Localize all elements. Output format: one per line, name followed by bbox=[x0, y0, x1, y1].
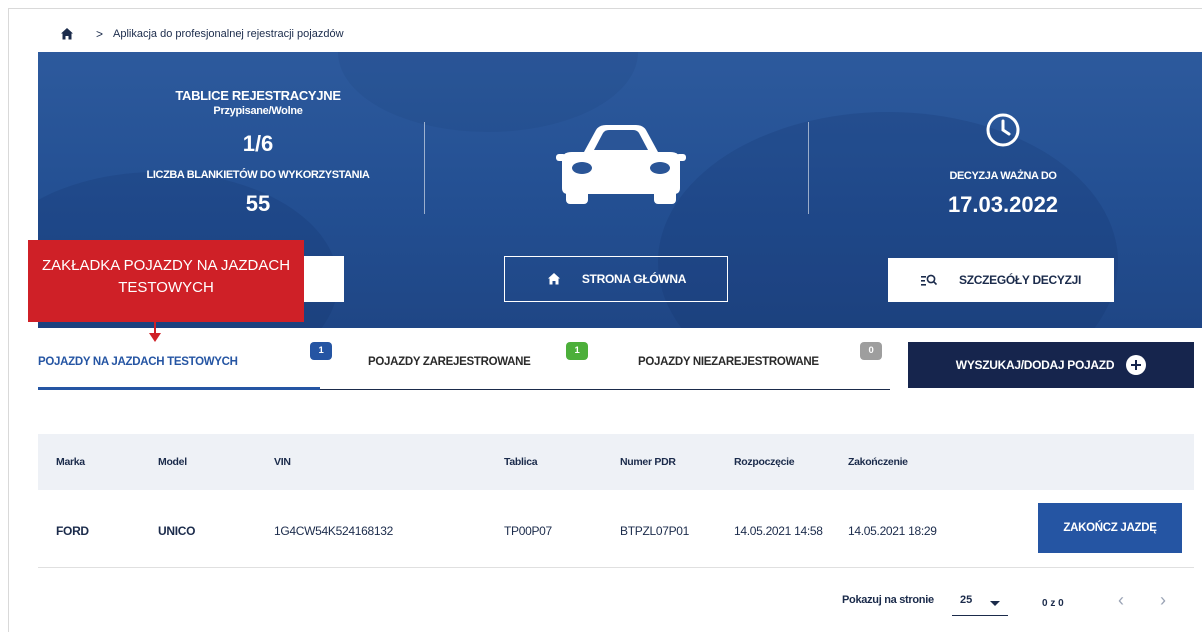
per-page-value: 25 bbox=[960, 594, 973, 606]
chevron-right-icon[interactable]: › bbox=[1160, 590, 1166, 611]
tab-count-badge: 0 bbox=[860, 342, 882, 360]
tab-unregistered[interactable]: POJAZDY NIEZAREJESTROWANE 0 bbox=[638, 342, 882, 368]
hero-divider bbox=[808, 122, 809, 214]
chevron-down-icon bbox=[990, 601, 1000, 606]
cell-vin: 1G4CW54K524168132 bbox=[274, 524, 393, 538]
vehicle-tabs: POJAZDY NA JAZDACH TESTOWYCH 1 POJAZDY Z… bbox=[38, 340, 890, 390]
column-header: Rozpoczęcie bbox=[734, 456, 795, 468]
active-tab-indicator bbox=[38, 387, 320, 390]
per-page-label: Pokazuj na stronie bbox=[842, 594, 934, 606]
column-header: Zakończenie bbox=[848, 456, 908, 468]
plus-circle-icon bbox=[1126, 355, 1147, 375]
plates-stat: TABLICE REJESTRACYJNE Przypisane/Wolne 1… bbox=[108, 88, 408, 217]
cell-model: UNICO bbox=[158, 524, 196, 538]
column-header: VIN bbox=[274, 456, 291, 468]
decision-stat: DECYZJA WAŻNA DO 17.03.2022 bbox=[878, 112, 1128, 218]
cell-marka: FORD bbox=[56, 524, 89, 538]
blanks-value: 55 bbox=[245, 191, 271, 216]
pagination-range: 0 z 0 bbox=[1042, 598, 1064, 609]
breadcrumb: > Aplikacja do profesjonalnej rejestracj… bbox=[60, 24, 344, 44]
tab-label: POJAZDY NIEZAREJESTROWANE bbox=[638, 356, 819, 368]
breadcrumb-current: Aplikacja do profesjonalnej rejestracji … bbox=[113, 28, 344, 40]
clock-icon bbox=[986, 113, 1020, 147]
cell-start: 14.05.2021 14:58 bbox=[734, 524, 823, 538]
car-icon bbox=[556, 125, 686, 204]
breadcrumb-separator: > bbox=[96, 27, 104, 41]
home-button-label: STRONA GŁÓWNA bbox=[581, 272, 687, 286]
column-header: Marka bbox=[56, 456, 85, 468]
cell-end: 14.05.2021 18:29 bbox=[848, 524, 937, 538]
decision-date: 17.03.2022 bbox=[947, 192, 1059, 217]
column-header: Numer PDR bbox=[620, 456, 676, 468]
tab-count-badge: 1 bbox=[566, 342, 588, 360]
column-header: Tablica bbox=[504, 456, 538, 468]
annotation-callout: ZAKŁADKA POJAZDY NA JAZDACH TESTOWYCH bbox=[28, 240, 304, 322]
home-icon bbox=[547, 273, 560, 285]
tab-registered[interactable]: POJAZDY ZAREJESTROWANE 1 bbox=[368, 342, 588, 368]
table-row: FORD UNICO 1G4CW54K524168132 TP00P07 BTP… bbox=[38, 490, 1194, 568]
column-header: Model bbox=[158, 456, 187, 468]
search-add-vehicle-button[interactable]: WYSZUKAJ/DODAJ POJAZD bbox=[908, 342, 1194, 388]
tab-test-drives[interactable]: POJAZDY NA JAZDACH TESTOWYCH 1 bbox=[38, 342, 332, 368]
hero-divider bbox=[424, 122, 425, 214]
tab-label: POJAZDY ZAREJESTROWANE bbox=[368, 356, 531, 368]
table-header: Marka Model VIN Tablica Numer PDR Rozpoc… bbox=[38, 434, 1194, 490]
cell-numer-pdr: BTPZL07P01 bbox=[620, 524, 690, 538]
tab-count-badge: 1 bbox=[310, 342, 332, 360]
plates-subtitle: Przypisane/Wolne bbox=[213, 105, 303, 117]
home-button[interactable]: STRONA GŁÓWNA bbox=[504, 256, 728, 302]
decision-details-button[interactable]: SZCZEGÓŁY DECYZJI bbox=[888, 258, 1114, 302]
plates-value: 1/6 bbox=[242, 131, 274, 156]
plates-title: TABLICE REJESTRACYJNE bbox=[175, 88, 341, 103]
search-add-vehicle-label: WYSZUKAJ/DODAJ POJAZD bbox=[955, 358, 1115, 372]
per-page-select[interactable]: 25 bbox=[952, 590, 1008, 616]
decision-details-label: SZCZEGÓŁY DECYZJI bbox=[958, 273, 1082, 287]
chevron-left-icon[interactable]: ‹ bbox=[1118, 590, 1124, 611]
decision-label: DECYZJA WAŻNA DO bbox=[949, 170, 1057, 182]
end-drive-button[interactable]: ZAKOŃCZ JAZDĘ bbox=[1038, 503, 1182, 553]
cell-tablica: TP00P07 bbox=[504, 524, 552, 538]
blanks-label: LICZBA BLANKIETÓW DO WYKORZYSTANIA bbox=[146, 169, 370, 181]
tab-label: POJAZDY NA JAZDACH TESTOWYCH bbox=[38, 356, 238, 368]
list-search-icon bbox=[920, 274, 937, 286]
home-icon[interactable] bbox=[60, 27, 74, 41]
